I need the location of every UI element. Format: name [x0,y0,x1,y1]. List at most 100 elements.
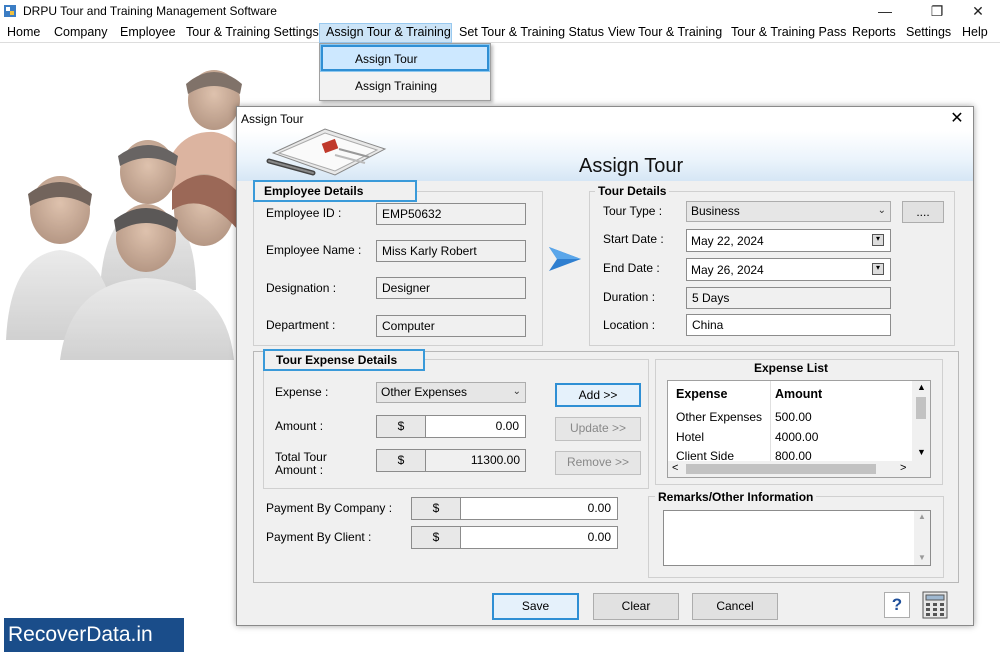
dropdown-item-label: Assign Tour [355,52,418,66]
duration-label: Duration : [603,290,656,304]
scroll-up-icon[interactable]: ▲ [917,382,926,392]
scroll-down-icon[interactable]: ▼ [917,447,926,457]
minimize-button[interactable]: — [862,0,908,22]
list-item-amount[interactable]: 500.00 [775,410,812,424]
start-date-value: May 22, 2024 [691,234,764,248]
expense-list-title: Expense List [751,361,832,375]
add-expense-button[interactable]: Add >> [555,383,641,407]
menu-company[interactable]: Company [54,25,108,39]
close-app-button[interactable]: ✕ [955,0,1000,22]
expense-label: Expense : [275,385,329,399]
remarks-textarea[interactable]: ▲ ▼ [663,510,931,566]
amount-currency: $ [376,415,426,438]
assign-tour-dialog: Assign Tour ✕ Assign Tour Employee Detai… [236,106,974,626]
app-icon [4,5,16,17]
app-title: DRPU Tour and Training Management Softwa… [23,4,277,18]
department-label: Department : [266,318,336,332]
end-date-label: End Date : [603,261,660,275]
dialog-close-button[interactable]: ✕ [945,109,969,129]
employee-name-field[interactable]: Miss Karly Robert [376,240,526,262]
scroll-thumb-horizontal[interactable] [686,464,876,474]
menu-home[interactable]: Home [7,25,40,39]
amount-field[interactable]: 0.00 [425,415,526,438]
total-label-line1: Total Tour [275,450,327,464]
total-amount-field: 11300.00 [425,449,526,472]
scroll-right-icon[interactable]: > [900,462,906,474]
menu-employee[interactable]: Employee [120,25,176,39]
tour-type-label: Tour Type : [603,204,663,218]
list-item-expense[interactable]: Other Expenses [676,410,762,424]
menu-settings[interactable]: Settings [906,25,951,39]
payment-client-label: Payment By Client : [266,530,372,544]
scroll-left-icon[interactable]: < [672,462,678,474]
payment-company-label: Payment By Company : [266,501,393,515]
expense-value: Other Expenses [381,385,468,399]
end-date-picker[interactable]: May 26, 2024 ▾ [686,258,891,281]
end-date-value: May 26, 2024 [691,263,764,277]
chevron-down-icon: ⌄ [512,386,521,397]
payment-client-currency: $ [411,526,461,549]
dropdown-item-assign-training[interactable]: Assign Training [355,79,437,93]
list-horizontal-scrollbar[interactable]: < > [668,461,930,477]
tour-type-select[interactable]: Business ⌄ [686,201,891,222]
remarks-label: Remarks/Other Information [655,490,817,504]
arrow-right-icon [549,247,581,271]
location-label: Location : [603,318,656,332]
column-header-amount[interactable]: Amount [775,387,822,401]
menu-tour-training-settings[interactable]: Tour & Training Settings [186,25,319,39]
scroll-down-icon[interactable]: ▼ [918,553,926,562]
employee-name-label: Employee Name : [266,243,362,257]
remove-expense-button[interactable]: Remove >> [555,451,641,475]
payment-company-currency: $ [411,497,461,520]
calendar-icon[interactable]: ▾ [872,263,884,275]
clear-button[interactable]: Clear [593,593,679,620]
location-field[interactable]: China [686,314,891,336]
list-item-expense[interactable]: Hotel [676,430,704,444]
column-header-expense[interactable]: Expense [676,387,727,401]
list-row-partial: Client Side 800.00 [668,447,912,460]
start-date-label: Start Date : [603,232,664,246]
scroll-up-icon[interactable]: ▲ [918,512,926,521]
maximize-button[interactable]: ❐ [914,0,960,22]
employee-details-header: Employee Details [253,180,417,202]
payment-client-field[interactable]: 0.00 [460,526,618,549]
list-item-amount[interactable]: 800.00 [775,449,812,460]
remarks-scrollbar[interactable]: ▲ ▼ [914,511,930,565]
menu-help[interactable]: Help [962,25,988,39]
assign-dropdown-menu: Assign Tour Assign Training [319,43,491,101]
save-button[interactable]: Save [492,593,579,620]
help-icon[interactable]: ? [884,592,910,618]
document-pen-icon [266,128,387,176]
designation-field[interactable]: Designer [376,277,526,299]
tour-expense-label: Tour Expense Details [273,353,401,367]
duration-field: 5 Days [686,287,891,309]
update-expense-button[interactable]: Update >> [555,417,641,441]
tour-type-value: Business [691,204,740,218]
dropdown-item-assign-tour[interactable]: Assign Tour [321,45,489,71]
menu-tour-training-pass[interactable]: Tour & Training Pass [731,25,846,39]
employee-id-field[interactable]: EMP50632 [376,203,526,225]
scroll-thumb[interactable] [916,397,926,419]
expense-list-view[interactable]: Expense Amount Other Expenses 500.00 Hot… [667,380,931,478]
designation-label: Designation : [266,281,337,295]
menu-set-status[interactable]: Set Tour & Training Status [459,25,604,39]
employee-id-label: Employee ID : [266,206,342,220]
list-item-expense[interactable]: Client Side [676,449,734,460]
tour-expense-header: Tour Expense Details [263,349,425,371]
amount-label: Amount : [275,419,324,433]
calendar-icon[interactable]: ▾ [872,234,884,246]
calculator-icon[interactable] [922,591,948,619]
expense-select[interactable]: Other Expenses ⌄ [376,382,526,403]
cancel-button[interactable]: Cancel [692,593,778,620]
department-field[interactable]: Computer [376,315,526,337]
chevron-down-icon: ⌄ [877,205,886,216]
list-vertical-scrollbar[interactable]: ▲ ▼ [912,381,930,461]
payment-company-field[interactable]: 0.00 [460,497,618,520]
total-label-line2: Amount : [275,463,324,477]
menu-view-tour-training[interactable]: View Tour & Training [608,25,722,39]
list-item-amount[interactable]: 4000.00 [775,430,818,444]
menu-assign-tour-training[interactable]: Assign Tour & Training [326,25,451,39]
start-date-picker[interactable]: May 22, 2024 ▾ [686,229,891,252]
tour-type-more-button[interactable]: .... [902,201,944,223]
menu-reports[interactable]: Reports [852,25,896,39]
